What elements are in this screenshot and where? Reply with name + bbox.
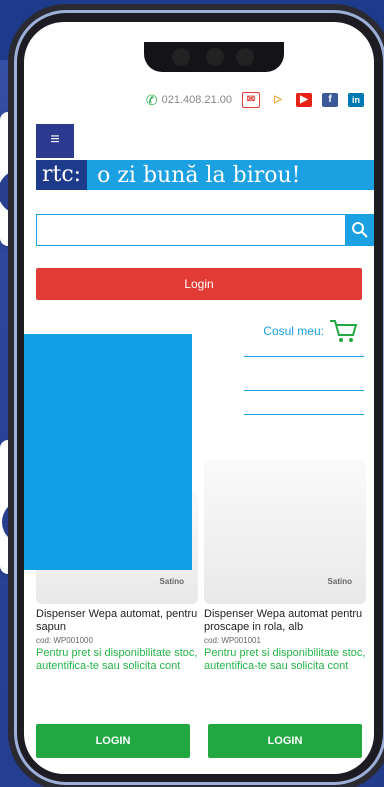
- phone-screen: ✆ 021.408.21.00 ✉ ▷ ▶ f in ≡ rtc: o zi b…: [24, 22, 374, 774]
- logo[interactable]: rtc:: [36, 160, 88, 190]
- header-contacts: ✆ 021.408.21.00 ✉ ▷ ▶ f in: [24, 88, 374, 112]
- linkedin-icon[interactable]: in: [348, 93, 364, 107]
- search-input[interactable]: [37, 215, 345, 245]
- menu-button[interactable]: ≡: [36, 124, 74, 158]
- cart-link[interactable]: Cosul meu:: [263, 318, 358, 344]
- search-button[interactable]: [345, 215, 374, 245]
- phone-notch: [144, 42, 284, 72]
- brand-banner: rtc: o zi bună la birou!: [36, 160, 374, 190]
- mail-icon[interactable]: ✉: [242, 92, 260, 108]
- cart-label: Cosul meu:: [263, 324, 324, 338]
- facebook-icon[interactable]: f: [322, 93, 338, 107]
- hamburger-icon: ≡: [50, 131, 60, 148]
- product-message[interactable]: Pentru pret si disponibilitate stoc, aut…: [204, 647, 366, 673]
- product-code: cod: WP001001: [204, 636, 261, 645]
- product-image[interactable]: Satino: [204, 460, 366, 604]
- cart-icon: [330, 320, 358, 342]
- product-brand-mark: Satino: [327, 577, 352, 586]
- product-name[interactable]: Dispenser Wepa automat, pentru sapun: [36, 608, 198, 634]
- product-name[interactable]: Dispenser Wepa automat pentru proscape i…: [204, 608, 366, 634]
- slogan: o zi bună la birou!: [97, 162, 301, 188]
- divider: [244, 390, 364, 391]
- youtube-icon[interactable]: ▶: [296, 93, 312, 107]
- product-login-button[interactable]: LOGIN: [208, 724, 362, 758]
- product-message[interactable]: Pentru pret si disponibilitate stoc, aut…: [36, 647, 198, 673]
- phone-icon: ✆: [145, 91, 158, 108]
- search-bar: [36, 214, 374, 246]
- product-code: cod: WP001000: [36, 636, 93, 645]
- product-card[interactable]: Satino Dispenser Wepa automat pentru pro…: [204, 460, 366, 673]
- divider: [244, 414, 364, 415]
- search-icon: [352, 222, 368, 238]
- sensor-icon: [206, 48, 224, 66]
- product-brand-mark: Satino: [159, 577, 184, 586]
- camera-icon: [172, 48, 190, 66]
- sensor-icon: [236, 48, 254, 66]
- product-login-button[interactable]: LOGIN: [36, 724, 190, 758]
- phone-contact[interactable]: ✆ 021.408.21.00: [146, 92, 232, 109]
- login-button[interactable]: Login: [36, 268, 362, 300]
- phone-number: 021.408.21.00: [161, 94, 232, 106]
- decorative-overlay: [24, 334, 192, 570]
- divider: [244, 356, 364, 357]
- tag-icon[interactable]: ▷: [270, 93, 286, 107]
